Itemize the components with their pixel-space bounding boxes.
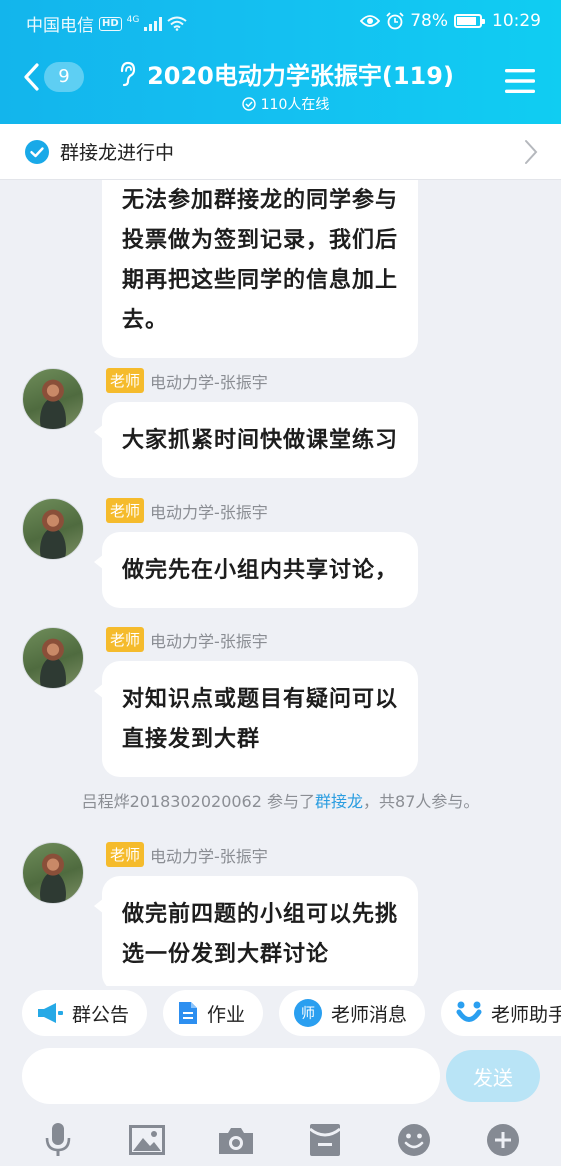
- sender-name[interactable]: 电动力学-张振宇: [150, 628, 268, 652]
- message-bubble[interactable]: 做完前四题的小组可以先挑 选一份发到大群讨论: [93, 876, 419, 986]
- homework-button[interactable]: 作业: [163, 990, 264, 1036]
- message-line: 对知识点或题目有疑问可以: [122, 686, 399, 712]
- announcement-button[interactable]: 群公告: [22, 990, 148, 1036]
- avatar[interactable]: [22, 498, 84, 560]
- teacher-messages-button[interactable]: 师 老师消息: [279, 990, 426, 1036]
- message-bubble[interactable]: 大家抓紧时间快做课堂练习: [93, 402, 419, 478]
- chat-title: 2020电动力学张振宇(119): [117, 56, 454, 91]
- sender-info: 老师 电动力学-张振宇: [106, 627, 268, 652]
- message-line: 直接发到大群: [122, 726, 261, 752]
- voice-button[interactable]: [38, 1120, 78, 1160]
- input-toolbar: [0, 1114, 561, 1166]
- emoji-button[interactable]: [394, 1120, 434, 1160]
- message-line: 做完前四题的小组可以先挑: [122, 901, 399, 927]
- menu-button[interactable]: [505, 68, 535, 98]
- teacher-badge-icon: 师: [294, 999, 323, 1027]
- status-left: 中国电信 HD 4G: [26, 11, 187, 36]
- emoji-icon: [397, 1124, 430, 1156]
- carrier-label: 中国电信: [26, 16, 94, 36]
- system-notice: 吕程烨2018302020062 参与了群接龙，共87人参与。: [0, 788, 561, 812]
- signal-icon: [144, 16, 163, 31]
- hamburger-icon: [505, 69, 535, 93]
- assistant-icon: [456, 1001, 482, 1022]
- avatar[interactable]: [22, 368, 84, 430]
- input-row: 发送: [0, 1044, 561, 1114]
- ear-icon: [120, 61, 136, 86]
- megaphone-icon: [38, 1003, 63, 1023]
- eye-icon: [360, 15, 381, 27]
- battery-percent: 78%: [410, 11, 448, 31]
- role-tag: 老师: [106, 368, 145, 393]
- role-tag: 老师: [106, 627, 145, 652]
- shortcut-label: 作业: [207, 1003, 246, 1026]
- check-circle-icon: [241, 97, 256, 111]
- red-packet-icon: [308, 1124, 341, 1156]
- more-button[interactable]: [483, 1120, 523, 1160]
- message-line: 选一份发到大群讨论: [122, 941, 330, 967]
- chevron-right-icon: [525, 140, 538, 164]
- chat-title-area[interactable]: 2020电动力学张振宇(119) 110人在线: [100, 56, 471, 115]
- sender-name[interactable]: 电动力学-张振宇: [150, 369, 268, 393]
- back-button[interactable]: 9: [22, 62, 84, 92]
- check-badge-icon: [25, 139, 49, 164]
- unread-count-badge: 9: [44, 62, 84, 92]
- status-bar: 中国电信 HD 4G 78% 10:29: [0, 0, 561, 42]
- message-line: 投票做为签到记录，我们后: [122, 227, 399, 253]
- status-right: 78% 10:29: [360, 11, 541, 31]
- role-tag: 老师: [106, 842, 145, 867]
- camera-icon: [219, 1128, 254, 1154]
- shortcut-bar: 群公告 作业 师 老师消息 老师助手: [22, 990, 561, 1036]
- image-icon: [129, 1125, 166, 1155]
- notice-suffix: ，共87人参与。: [363, 792, 480, 811]
- online-status: 110人在线: [241, 94, 330, 114]
- message-line: 无法参加群接龙的同学参与: [122, 187, 399, 213]
- online-count: 110人在线: [260, 97, 330, 113]
- message-bubble[interactable]: 无法参加群接龙的同学参与 投票做为签到记录，我们后 期再把这些同学的信息加上 去…: [102, 180, 419, 358]
- clock: 10:29: [492, 11, 541, 31]
- message-bubble[interactable]: 对知识点或题目有疑问可以 直接发到大群: [93, 661, 419, 777]
- alarm-icon: [386, 12, 404, 30]
- plus-icon: [486, 1124, 519, 1156]
- shortcut-label: 老师消息: [331, 1003, 408, 1026]
- document-icon: [179, 1002, 198, 1024]
- shortcut-label: 群公告: [72, 1003, 130, 1026]
- sender-info: 老师 电动力学-张振宇: [106, 368, 268, 393]
- sender-name[interactable]: 电动力学-张振宇: [150, 843, 268, 867]
- message-bubble[interactable]: 做完先在小组内共享讨论，: [93, 532, 419, 608]
- avatar[interactable]: [22, 842, 84, 904]
- wifi-icon: [167, 16, 187, 31]
- solitaire-link[interactable]: 群接龙: [315, 792, 363, 811]
- camera-button[interactable]: [216, 1120, 256, 1160]
- message-input[interactable]: [22, 1048, 440, 1104]
- microphone-icon: [46, 1123, 71, 1156]
- red-packet-button[interactable]: [305, 1120, 345, 1160]
- send-button[interactable]: 发送: [446, 1050, 540, 1102]
- network-label: 4G: [126, 14, 140, 25]
- sender-info: 老师 电动力学-张振宇: [106, 498, 268, 523]
- chat-area[interactable]: 无法参加群接龙的同学参与 投票做为签到记录，我们后 期再把这些同学的信息加上 去…: [0, 180, 561, 986]
- solitaire-banner[interactable]: 群接龙进行中: [0, 124, 561, 180]
- hd-badge: HD: [99, 16, 122, 31]
- battery-icon: [454, 14, 485, 28]
- shortcut-label: 老师助手: [491, 1003, 561, 1026]
- sender-info: 老师 电动力学-张振宇: [106, 842, 268, 867]
- message-line: 大家抓紧时间快做课堂练习: [122, 427, 399, 453]
- chevron-left-icon: [24, 63, 39, 91]
- sender-name[interactable]: 电动力学-张振宇: [150, 499, 268, 523]
- message-line: 期再把这些同学的信息加上: [122, 267, 399, 293]
- banner-text: 群接龙进行中: [60, 142, 175, 164]
- svg-text:师: 师: [301, 1006, 315, 1022]
- image-button[interactable]: [127, 1120, 167, 1160]
- message-line: 去。: [122, 307, 169, 333]
- message-line: 做完先在小组内共享讨论，: [122, 557, 399, 583]
- avatar[interactable]: [22, 627, 84, 689]
- notice-prefix: 吕程烨2018302020062 参与了: [81, 792, 316, 811]
- app-header: 中国电信 HD 4G 78% 10:29 9 2020电动力学张振宇(119) …: [0, 0, 561, 124]
- chat-title-text: 2020电动力学张振宇(119): [147, 62, 454, 90]
- teacher-assistant-button[interactable]: 老师助手: [441, 990, 561, 1036]
- role-tag: 老师: [106, 498, 145, 523]
